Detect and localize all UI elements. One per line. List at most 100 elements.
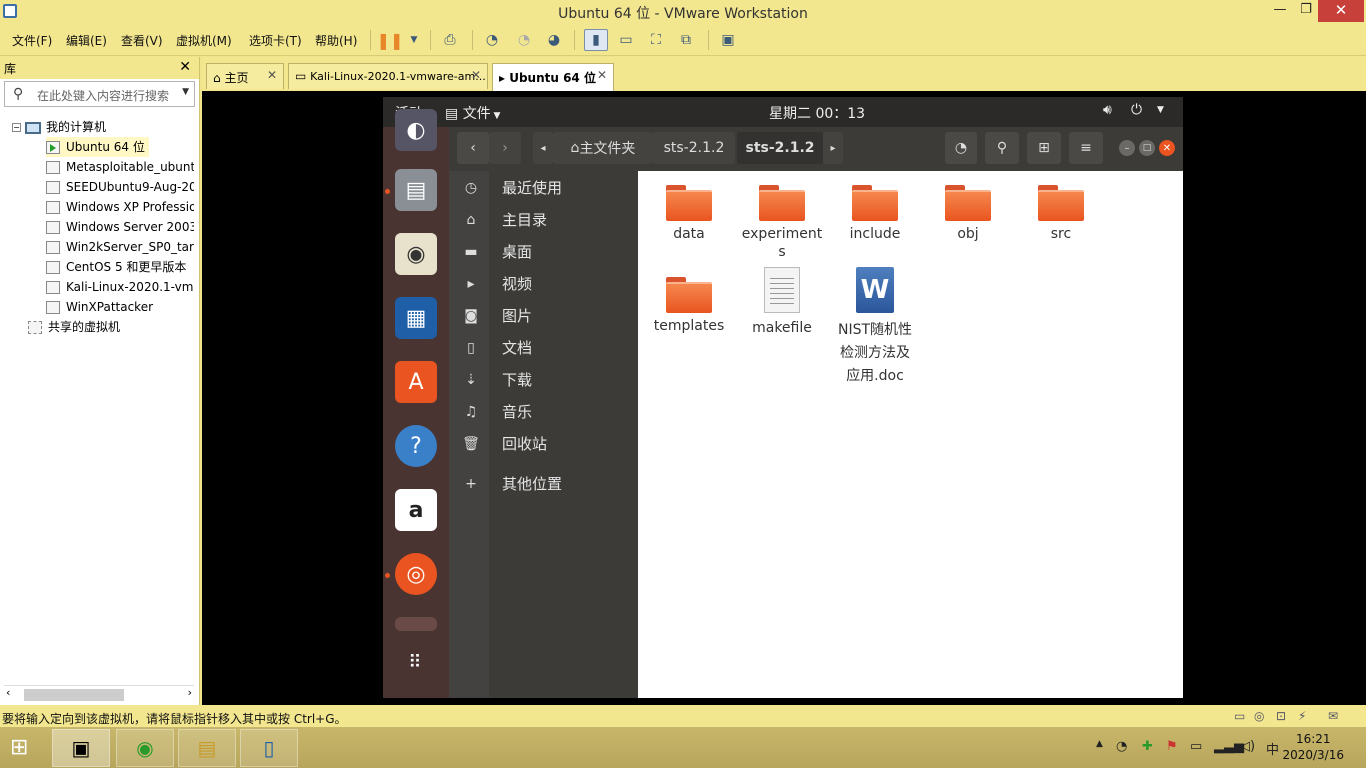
window-maximize-icon[interactable]: □ xyxy=(1139,140,1155,156)
path-home[interactable]: ⌂ 主文件夹 xyxy=(553,132,653,164)
menu-help[interactable]: 帮助(H) xyxy=(315,32,357,49)
device-network-icon[interactable]: ⊡ xyxy=(1276,709,1286,723)
tree-vm-item[interactable]: WinXPattacker xyxy=(46,297,194,317)
back-button[interactable]: ‹ xyxy=(457,132,489,164)
path-current[interactable]: sts-2.1.2 xyxy=(737,132,823,164)
device-usb-icon[interactable]: ⚡︎ xyxy=(1298,709,1306,723)
scroll-right-icon[interactable]: › xyxy=(188,686,192,699)
place-desktop[interactable]: ▬ 桌面 xyxy=(449,237,638,267)
place-trash[interactable]: 🗑︎ 回收站 xyxy=(449,429,638,459)
file-item-src[interactable]: src xyxy=(1016,185,1106,243)
place-pictures[interactable]: ◙ 图片 xyxy=(449,301,638,331)
taskbar-vmware-icon[interactable]: ▣ xyxy=(52,729,110,767)
menu-icon[interactable]: ≡ xyxy=(1069,132,1103,164)
menu-file[interactable]: 文件(F) xyxy=(12,32,52,49)
minimize-button[interactable]: — xyxy=(1266,0,1294,22)
file-item-obj[interactable]: obj xyxy=(923,185,1013,243)
place-other-locations[interactable]: + 其他位置 xyxy=(449,469,638,499)
taskbar-clock[interactable]: 16:21 2020/3/16 xyxy=(1282,731,1344,763)
menu-tabs[interactable]: 选项卡(T) xyxy=(249,32,302,49)
tray-expand-icon[interactable]: ▲ xyxy=(1096,739,1103,749)
tab-close-icon[interactable]: ✕ xyxy=(597,68,607,82)
place-documents[interactable]: ▯ 文档 xyxy=(449,333,638,363)
library-hscrollbar[interactable]: ‹ › xyxy=(4,685,194,701)
snapshot-manager-icon[interactable]: ◕ xyxy=(542,29,566,51)
device-cd-icon[interactable]: ◎ xyxy=(1254,709,1264,723)
snapshot-revert-icon[interactable]: ◔ xyxy=(512,29,536,51)
place-recent[interactable]: ◷ 最近使用 xyxy=(449,173,638,203)
send-ctrl-alt-del-icon[interactable]: ⎙ xyxy=(438,29,462,51)
app-menu[interactable]: ▤ 文件 ▼ xyxy=(445,103,500,123)
path-left-arrow-icon[interactable]: ◂ xyxy=(533,132,553,164)
tray-plus-icon[interactable]: ✚ xyxy=(1142,739,1153,754)
show-apps-icon[interactable]: ⠿ xyxy=(395,641,437,683)
taskbar-browser-icon[interactable]: ◉ xyxy=(116,729,174,767)
scroll-left-icon[interactable]: ‹ xyxy=(6,686,10,699)
unity-mode-icon[interactable]: ⧉ xyxy=(674,29,698,51)
tab-close-icon[interactable]: ✕ xyxy=(471,68,481,82)
file-item-include[interactable]: include xyxy=(830,185,920,243)
ime-indicator[interactable]: 中 xyxy=(1266,739,1279,758)
window-close-icon[interactable]: ✕ xyxy=(1159,140,1175,156)
power-icon[interactable]: ⏻ xyxy=(1131,102,1142,118)
writer-icon[interactable]: ▦ xyxy=(395,297,437,339)
file-item-nist-doc[interactable]: W NIST随机性 检测方法及 应用.doc xyxy=(830,267,920,388)
help-icon[interactable]: ? xyxy=(395,425,437,467)
clock[interactable]: 星期二 00：13 xyxy=(769,103,865,123)
taskbar-explorer-icon[interactable]: ▤ xyxy=(178,729,236,767)
speaker-icon[interactable]: ◁) xyxy=(1240,739,1255,754)
system-menu-chevron-icon[interactable]: ▼ xyxy=(1157,105,1164,115)
console-view-icon[interactable]: ▣ xyxy=(716,29,740,51)
tab-close-icon[interactable]: ✕ xyxy=(267,68,277,82)
view-toggle-icon[interactable]: ⊞ xyxy=(1027,132,1061,164)
library-close-icon[interactable]: ✕ xyxy=(179,59,191,75)
qq-icon[interactable]: ◔ xyxy=(1116,739,1127,754)
close-button[interactable]: ✕ xyxy=(1318,0,1364,22)
tree-vm-item[interactable]: Metasploitable_ubuntu xyxy=(46,157,194,177)
dock-app-partial-icon[interactable]: ◐ xyxy=(395,109,437,151)
fullscreen-icon[interactable]: ⛶ xyxy=(644,29,668,51)
tree-vm-item[interactable]: CentOS 5 和更早版本 xyxy=(46,257,194,277)
amazon-icon[interactable]: a xyxy=(395,489,437,531)
file-item-data[interactable]: data xyxy=(644,185,734,243)
scroll-thumb[interactable] xyxy=(24,689,124,701)
windows-start-icon[interactable]: ⊞ xyxy=(10,735,28,760)
tab-ubuntu[interactable]: ▸ Ubuntu 64 位 ✕ xyxy=(492,63,614,91)
ubuntu-desktop[interactable]: 活动 ▤ 文件 ▼ 星期二 00：13 🔊︎ ⏻ ▼ ◐ ▤ ◉ ▦ A ? a… xyxy=(383,97,1183,698)
search-icon[interactable]: ⚲ xyxy=(985,132,1019,164)
tray-flag-icon[interactable]: ⚑ xyxy=(1166,739,1178,754)
message-icon[interactable]: ✉ xyxy=(1328,709,1338,723)
library-search-input[interactable]: ⚲ 在此处键入内容进行搜索 ▼ xyxy=(4,81,195,107)
dock-partial-icon[interactable] xyxy=(395,617,437,631)
snapshot-take-icon[interactable]: ◔ xyxy=(480,29,504,51)
place-music[interactable]: ♫ 音乐 xyxy=(449,397,638,427)
file-item-experiments[interactable]: experiment s xyxy=(737,185,827,261)
show-library-icon[interactable]: ▮ xyxy=(584,29,608,51)
menu-edit[interactable]: 编辑(E) xyxy=(66,32,107,49)
rhythmbox-icon[interactable]: ◉ xyxy=(395,233,437,275)
tree-vm-item[interactable]: Windows XP Professional xyxy=(46,197,194,217)
file-item-templates[interactable]: templates xyxy=(644,277,734,335)
search-dropdown-icon[interactable]: ▼ xyxy=(182,87,189,97)
file-view[interactable]: data experiment s include obj src templa… xyxy=(638,171,1183,698)
tab-home[interactable]: ⌂ 主页 ✕ xyxy=(206,63,284,89)
tree-my-computer[interactable]: − 我的计算机 xyxy=(12,117,106,137)
maximize-button[interactable]: ❐ xyxy=(1292,0,1320,22)
volume-icon[interactable]: 🔊︎ xyxy=(1103,102,1112,118)
tree-vm-item[interactable]: SEEDUbuntu9-Aug-2010 xyxy=(46,177,194,197)
tree-shared-vms[interactable]: 共享的虚拟机 xyxy=(28,317,120,337)
file-item-makefile[interactable]: makefile xyxy=(737,267,827,337)
path-crumb[interactable]: sts-2.1.2 xyxy=(653,132,735,164)
tray-device-icon[interactable]: ▭ xyxy=(1190,739,1202,754)
tree-vm-item[interactable]: Kali-Linux-2020.1-vmware xyxy=(46,277,194,297)
menu-vm[interactable]: 虚拟机(M) xyxy=(176,32,232,49)
taskbar-phone-icon[interactable]: ▯ xyxy=(240,729,298,767)
tree-vm-item[interactable]: Win2kServer_SP0_target xyxy=(46,237,194,257)
place-downloads[interactable]: ⇣ 下载 xyxy=(449,365,638,395)
menu-view[interactable]: 查看(V) xyxy=(121,32,163,49)
window-minimize-icon[interactable]: – xyxy=(1119,140,1135,156)
device-hdd-icon[interactable]: ▭ xyxy=(1234,709,1245,723)
place-videos[interactable]: ▸ 视频 xyxy=(449,269,638,299)
disk-usage-icon[interactable]: ◔ xyxy=(945,132,977,164)
thumbnail-bar-icon[interactable]: ▭ xyxy=(614,29,638,51)
